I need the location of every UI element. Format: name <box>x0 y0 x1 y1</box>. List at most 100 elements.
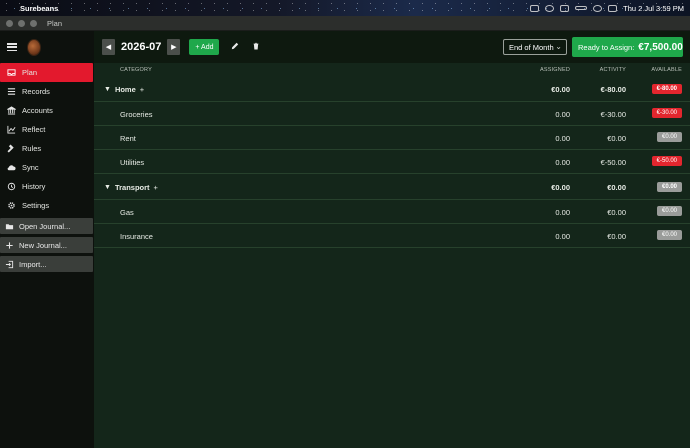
assigned-cell[interactable]: 0.00 <box>555 134 570 143</box>
toolbar: ◀ 2026-07 ▶ + Add End of Month ⌄ Ready t… <box>94 31 690 63</box>
category-group-row[interactable]: ▼ Transport + €0.00 €0.00 €0.00 <box>94 174 690 200</box>
assigned-cell[interactable]: 0.00 <box>555 208 570 217</box>
available-badge[interactable]: €0.00 <box>656 182 682 192</box>
available-badge[interactable]: €-50.00 <box>651 156 682 166</box>
window-title: Plan <box>47 18 63 28</box>
available-badge[interactable]: €0.00 <box>656 206 682 216</box>
open-journal-button[interactable]: Open Journal... <box>0 218 93 234</box>
minimize-window-button[interactable] <box>18 19 25 27</box>
column-header-assigned: ASSIGNED <box>539 67 570 73</box>
sidebar-item-records[interactable]: Records <box>0 82 94 101</box>
collapse-triangle-icon[interactable]: ▼ <box>104 86 111 93</box>
activity-cell[interactable]: €0.00 <box>607 208 626 217</box>
available-badge[interactable]: €0.00 <box>656 132 682 142</box>
inbox-icon <box>7 68 16 77</box>
import-icon <box>5 260 14 269</box>
new-journal-button[interactable]: New Journal... <box>0 237 93 253</box>
add-button[interactable]: + Add <box>189 39 220 55</box>
assigned-cell[interactable]: 0.00 <box>555 232 570 241</box>
sidebar-item-plan[interactable]: Plan <box>0 63 93 82</box>
period-label: 2026-07 <box>121 41 162 53</box>
sidebar-header <box>0 31 94 63</box>
wifi-icon[interactable] <box>593 4 603 12</box>
gear-icon <box>7 201 16 210</box>
available-badge[interactable]: €0.00 <box>656 230 682 240</box>
assigned-cell[interactable]: €0.00 <box>551 85 570 94</box>
assigned-cell[interactable]: 0.00 <box>555 158 570 167</box>
activity-cell[interactable]: €0.00 <box>607 183 626 192</box>
available-badge[interactable]: €-80.00 <box>651 84 682 94</box>
group-name: Transport <box>114 183 150 192</box>
sidebar: Plan Records Accounts Reflect Rules Sync <box>0 31 94 448</box>
menubar-status-area: Thu 2 Jul 3:59 PM <box>530 0 684 16</box>
category-row[interactable]: Groceries 0.00 €-30.00 €-30.00 <box>94 102 690 126</box>
hamburger-menu-icon[interactable] <box>7 43 17 51</box>
journal-actions: Open Journal... New Journal... Import... <box>0 218 94 272</box>
ready-to-assign-amount: €7,500.00 <box>638 41 683 53</box>
sidebar-item-rules[interactable]: Rules <box>0 139 94 158</box>
sidebar-item-settings[interactable]: Settings <box>0 196 94 215</box>
sidebar-item-label: Plan <box>22 68 38 77</box>
collapse-triangle-icon[interactable]: ▼ <box>104 184 111 191</box>
category-name: Insurance <box>120 232 153 241</box>
column-header-available: AVAILABLE <box>651 67 682 73</box>
table-header: CATEGORY ASSIGNED ACTIVITY AVAILABLE <box>94 63 690 76</box>
tray-icon[interactable] <box>560 4 570 12</box>
sidebar-item-reflect[interactable]: Reflect <box>0 120 94 139</box>
next-period-button[interactable]: ▶ <box>167 39 181 55</box>
import-label: Import... <box>19 259 47 269</box>
category-group-row[interactable]: ▼ Home + €0.00 €-80.00 €-80.00 <box>94 76 690 102</box>
column-header-category: CATEGORY <box>120 67 152 73</box>
assigned-cell[interactable]: €0.00 <box>551 183 570 192</box>
period-range-value: End of Month <box>509 42 554 52</box>
tray-icon[interactable] <box>545 4 555 12</box>
import-button[interactable]: Import... <box>0 256 93 272</box>
add-category-icon[interactable]: + <box>140 85 144 94</box>
battery-icon[interactable] <box>575 6 588 10</box>
column-header-activity: ACTIVITY <box>599 67 626 73</box>
available-badge[interactable]: €-30.00 <box>651 108 682 118</box>
sidebar-item-label: Records <box>22 87 50 96</box>
period-range-select[interactable]: End of Month ⌄ <box>503 39 567 55</box>
menubar-app-name[interactable]: Surebeans <box>20 4 58 13</box>
bank-icon <box>7 106 16 115</box>
chart-icon <box>7 125 16 134</box>
open-journal-label: Open Journal... <box>19 221 71 231</box>
category-name: Gas <box>120 208 134 217</box>
close-window-button[interactable] <box>6 19 13 27</box>
main-panel: ◀ 2026-07 ▶ + Add End of Month ⌄ Ready t… <box>94 31 690 448</box>
activity-cell[interactable]: €-30.00 <box>601 110 626 119</box>
tray-icon[interactable] <box>530 4 540 12</box>
edit-pencil-icon[interactable] <box>230 42 240 52</box>
menubar-datetime[interactable]: Thu 2 Jul 3:59 PM <box>623 4 684 13</box>
group-name-cell: ▼ Home + <box>104 85 144 94</box>
activity-cell[interactable]: €0.00 <box>607 134 626 143</box>
category-row[interactable]: Gas 0.00 €0.00 €0.00 <box>94 200 690 224</box>
app-logo <box>27 38 41 56</box>
category-name: Utilities <box>120 158 145 167</box>
category-row[interactable]: Insurance 0.00 €0.00 €0.00 <box>94 224 690 248</box>
previous-period-button[interactable]: ◀ <box>102 39 115 55</box>
zoom-window-button[interactable] <box>30 19 37 27</box>
budget-table-body: ▼ Home + €0.00 €-80.00 €-80.00 Groceries 0.00 €-… <box>94 76 690 248</box>
assigned-cell[interactable]: 0.00 <box>555 110 570 119</box>
macos-menubar: Surebeans Thu 2 Jul 3:59 PM <box>0 0 690 16</box>
category-name: Rent <box>120 134 136 143</box>
window-titlebar: Plan <box>0 16 690 31</box>
ready-to-assign-button[interactable]: Ready to Assign: €7,500.00 <box>572 37 683 57</box>
cloud-sync-icon <box>7 163 16 172</box>
sidebar-item-history[interactable]: History <box>0 177 94 196</box>
sidebar-item-label: Accounts <box>22 106 53 115</box>
category-row[interactable]: Rent 0.00 €0.00 €0.00 <box>94 126 690 150</box>
delete-trash-icon[interactable] <box>251 42 261 52</box>
category-row[interactable]: Utilities 0.00 €-50.00 €-50.00 <box>94 150 690 174</box>
sidebar-item-sync[interactable]: Sync <box>0 158 94 177</box>
activity-cell[interactable]: €0.00 <box>607 232 626 241</box>
activity-cell[interactable]: €-50.00 <box>601 158 626 167</box>
control-center-icon[interactable] <box>608 4 618 12</box>
activity-cell[interactable]: €-80.00 <box>601 85 626 94</box>
add-category-icon[interactable]: + <box>154 183 158 192</box>
sidebar-item-accounts[interactable]: Accounts <box>0 101 94 120</box>
sidebar-item-label: Rules <box>22 144 42 153</box>
group-name-cell: ▼ Transport + <box>104 183 158 192</box>
